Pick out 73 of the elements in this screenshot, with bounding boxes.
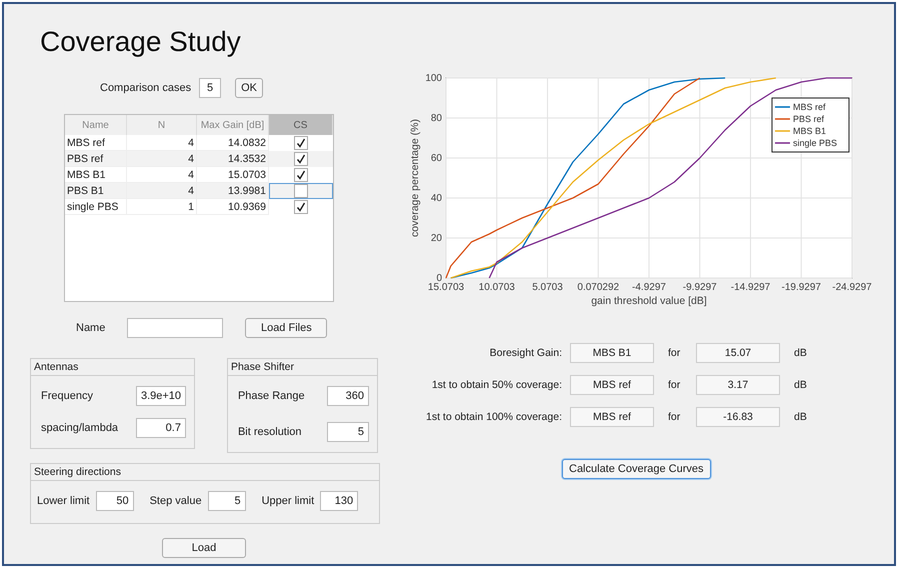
y-tick-label: 20 xyxy=(430,233,442,244)
input-field[interactable]: 130 xyxy=(320,491,358,511)
group-title: Steering directions xyxy=(31,464,379,481)
x-tick-label: 10.0703 xyxy=(478,282,515,293)
result-field: 15.07 xyxy=(696,343,780,363)
legend-label: MBS ref xyxy=(793,102,826,112)
legend-label: PBS ref xyxy=(793,114,824,124)
page-title: Coverage Study xyxy=(40,26,242,58)
y-tick-label: 0 xyxy=(436,273,442,284)
calculate-button[interactable]: Calculate Coverage Curves xyxy=(562,459,711,479)
checkbox[interactable] xyxy=(294,152,308,166)
table-cell: single PBS xyxy=(65,199,127,215)
check-icon xyxy=(296,202,306,212)
input-field[interactable]: 50 xyxy=(96,491,134,511)
x-tick-label: -4.9297 xyxy=(632,282,666,293)
y-tick-label: 40 xyxy=(430,193,442,204)
load-files-button[interactable]: Load Files xyxy=(245,318,328,338)
checkbox[interactable] xyxy=(294,200,308,214)
x-tick-label: -19.9297 xyxy=(782,282,821,293)
input-field[interactable]: 5 xyxy=(327,422,369,442)
y-tick-label: 80 xyxy=(430,113,442,124)
ok-button[interactable]: OK xyxy=(235,78,263,98)
field-label: Step value xyxy=(150,495,202,507)
table-cell: 1 xyxy=(127,199,197,215)
result-field: -16.83 xyxy=(696,407,780,427)
result-field: 3.17 xyxy=(696,375,780,395)
x-tick-label: 15.0703 xyxy=(428,282,464,293)
result-label: 1st to obtain 100% coverage: xyxy=(424,411,563,423)
result-label: Boresight Gain: xyxy=(488,347,563,359)
table-cell: 10.9369 xyxy=(197,199,269,215)
unit-label: dB xyxy=(793,347,808,359)
input-field[interactable]: 0.7 xyxy=(136,418,186,438)
x-tick-label: 5.0703 xyxy=(532,282,563,293)
field-label: Bit resolution xyxy=(238,426,302,438)
field-label: spacing/lambda xyxy=(41,422,118,434)
input-field[interactable]: 360 xyxy=(327,386,369,406)
for-label: for xyxy=(667,411,682,423)
for-label: for xyxy=(667,347,682,359)
field-label: Frequency xyxy=(41,390,93,402)
input-field[interactable] xyxy=(127,318,224,338)
x-tick-label: -24.9297 xyxy=(832,282,872,293)
field-label: Lower limit xyxy=(37,495,90,507)
checkbox[interactable] xyxy=(294,136,308,150)
for-label: for xyxy=(667,379,682,391)
group-title: Phase Shifter xyxy=(228,359,377,376)
result-field: MBS B1 xyxy=(570,343,654,363)
checkbox[interactable] xyxy=(294,168,308,182)
y-axis-label: coverage percentage (%) xyxy=(409,119,421,237)
field-label: Phase Range xyxy=(238,390,305,402)
x-tick-label: -9.9297 xyxy=(682,282,717,293)
legend-label: MBS B1 xyxy=(793,126,826,136)
result-field: MBS ref xyxy=(570,375,654,395)
field-label: Name xyxy=(76,322,106,334)
checkbox[interactable] xyxy=(294,184,308,198)
checkbox-cell[interactable] xyxy=(269,183,333,199)
y-tick-label: 60 xyxy=(430,153,442,164)
x-axis-label: gain threshold value [dB] xyxy=(591,295,707,307)
result-field: MBS ref xyxy=(570,407,654,427)
column-header[interactable]: CS xyxy=(269,115,333,135)
input-field[interactable]: 5 xyxy=(199,78,222,98)
legend-label: single PBS xyxy=(793,138,838,148)
input-field[interactable]: 3.9e+10 xyxy=(136,386,186,406)
unit-label: dB xyxy=(793,411,808,423)
x-tick-label: 0.070292 xyxy=(577,282,620,293)
group-title: Antennas xyxy=(31,359,194,376)
input-field[interactable]: 5 xyxy=(208,491,246,511)
result-label: 1st to obtain 50% coverage: xyxy=(430,379,563,391)
unit-label: dB xyxy=(793,379,808,391)
x-tick-label: -14.9297 xyxy=(730,282,770,293)
field-label: Comparison cases xyxy=(100,82,192,94)
load-button[interactable]: Load xyxy=(162,538,246,558)
y-tick-label: 100 xyxy=(425,73,442,84)
field-label: Upper limit xyxy=(262,495,314,507)
